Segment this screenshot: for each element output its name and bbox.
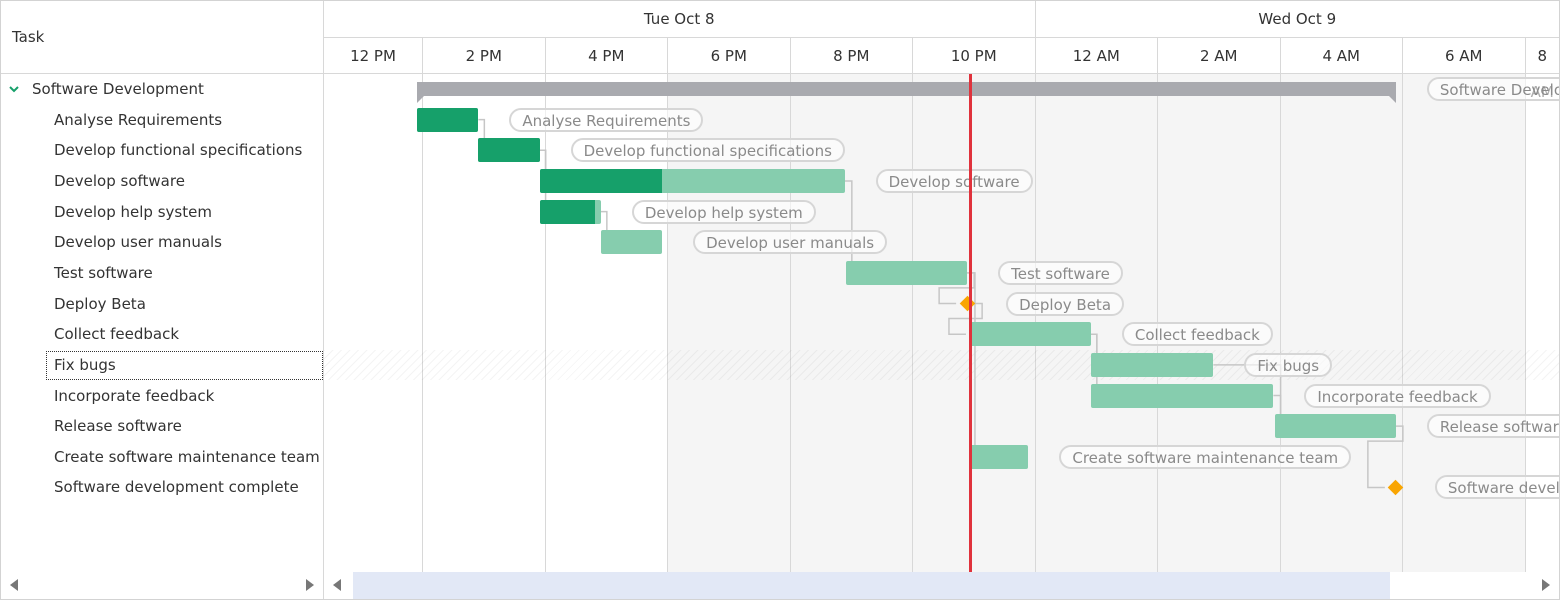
hour-header: 12 AM <box>1034 38 1158 74</box>
task-bar[interactable] <box>845 260 968 285</box>
gridline <box>544 74 546 572</box>
timeline-chart: Tue Oct 8 Wed Oct 9 12 PM 2 PM 4 PM 6 PM 8 PM… <box>324 1 1559 599</box>
task-name: Software development complete <box>54 478 299 497</box>
timescale-hours: 12 PM 2 PM 4 PM 6 PM 8 PM 10 PM 12 AM 2 AM 4 AM 6… <box>324 38 1560 101</box>
tree-row[interactable]: Test software <box>1 258 323 289</box>
hour-header: 4 PM <box>544 38 668 74</box>
tree-row[interactable]: Deploy Beta <box>1 289 323 320</box>
task-name: Create software maintenance team <box>54 447 320 466</box>
task-bar[interactable] <box>539 199 601 224</box>
gantt-chart: Task Software Development Analyse Require… <box>0 0 1560 600</box>
tree-row[interactable]: Collect feedback <box>1 319 323 350</box>
hour-header: 12 PM <box>350 47 396 65</box>
task-name: Software Development <box>32 80 204 98</box>
focused-row-highlight <box>324 349 1559 381</box>
scroll-right-icon <box>1542 579 1550 591</box>
task-bar[interactable] <box>478 138 540 163</box>
task-label: Software development complete <box>1434 475 1559 500</box>
task-bar[interactable] <box>417 107 479 132</box>
chart-scroll-left-button[interactable] <box>333 579 343 591</box>
gridline <box>912 74 913 572</box>
task-bar[interactable] <box>600 230 663 255</box>
task-progress <box>417 107 479 132</box>
tree-row[interactable]: Develop functional specifications <box>1 135 323 166</box>
hour-header: 4 AM <box>1279 38 1403 74</box>
chevron-down-icon[interactable] <box>7 82 21 96</box>
tree-row[interactable]: Analyse Requirements <box>1 105 323 136</box>
task-name: Develop user manuals <box>54 233 222 252</box>
chart-scroll-right-button[interactable] <box>1542 579 1552 591</box>
hour-header: 8 PM <box>789 38 913 74</box>
gridline <box>1279 74 1281 572</box>
tree-row[interactable]: Develop user manuals <box>1 227 323 258</box>
hour-header: 10 PM <box>912 38 1035 74</box>
hour-header: 2 PM <box>422 38 545 74</box>
tree-row[interactable]: Software development complete <box>1 472 323 503</box>
tree-row[interactable]: Software Development <box>1 74 323 105</box>
task-name: Analyse Requirements <box>54 110 223 129</box>
tree-row[interactable]: Create software maintenance team <box>1 442 323 473</box>
task-progress <box>478 138 540 163</box>
hour-header: 6 PM <box>667 38 790 74</box>
hour-header: 2 AM <box>1157 38 1280 74</box>
tree-scroll-left-button[interactable] <box>10 579 20 591</box>
task-name: Release software <box>54 417 182 436</box>
scroll-left-icon <box>10 579 18 591</box>
task-label: Develop help system <box>631 199 816 224</box>
task-bar[interactable] <box>1090 352 1214 377</box>
tree-row[interactable]: Develop software <box>1 166 323 197</box>
task-name: Test software <box>54 263 153 282</box>
task-bar[interactable] <box>1090 383 1274 408</box>
task-name: Develop software <box>54 171 185 190</box>
day-header: Tue Oct 8 <box>643 10 715 28</box>
task-label: Develop functional specifications <box>570 138 845 163</box>
task-label: Collect feedback <box>1121 322 1273 347</box>
task-column-header[interactable]: Task <box>12 28 44 46</box>
scroll-left-icon <box>333 579 341 591</box>
task-name: Fix bugs <box>54 355 116 374</box>
task-progress <box>539 168 662 193</box>
chart-horizontal-scrollbar[interactable] <box>324 572 1559 599</box>
tree-row[interactable]: Release software <box>1 411 323 442</box>
tree-row[interactable]: Develop help system <box>1 197 323 228</box>
gridline <box>422 74 423 572</box>
summary-bar[interactable] <box>417 82 1396 103</box>
task-bar[interactable] <box>968 444 1029 469</box>
task-bar[interactable] <box>539 168 845 193</box>
tree-row[interactable]: Fix bugs <box>1 350 323 381</box>
task-label: Test software <box>998 260 1123 285</box>
gridline <box>1402 74 1403 572</box>
task-label: Fix bugs <box>1244 352 1333 377</box>
tree-scroll-right-button[interactable] <box>306 579 316 591</box>
timeline-body: Software Development Analyse Requirements… <box>324 74 1559 572</box>
scrollbar-thumb[interactable] <box>352 572 1391 599</box>
task-name: Deploy Beta <box>54 294 146 313</box>
tree-row[interactable]: Incorporate feedback <box>1 381 323 412</box>
task-label: Develop user manuals <box>693 230 888 255</box>
task-label: Software Development <box>1426 77 1559 101</box>
hour-header: 6 AM <box>1402 38 1525 74</box>
task-name: Incorporate feedback <box>54 386 215 405</box>
task-label: Develop software <box>875 168 1033 193</box>
timescale-days: Tue Oct 8 Wed Oct 9 <box>324 1 1559 38</box>
current-time-marker <box>969 74 973 572</box>
tree-header[interactable]: Task <box>1 1 323 74</box>
day-header: Wed Oct 9 <box>1034 1 1560 38</box>
task-name: Develop functional specifications <box>54 141 303 160</box>
task-name: Develop help system <box>54 202 212 221</box>
task-progress <box>539 199 595 224</box>
task-tree: Task Software Development Analyse Require… <box>1 1 324 599</box>
task-label: Release software <box>1426 414 1559 439</box>
hour-header: 8 AM <box>1524 38 1560 101</box>
task-bar[interactable] <box>1274 414 1396 439</box>
task-label: Analyse Requirements <box>509 107 704 132</box>
task-label: Deploy Beta <box>1006 291 1125 316</box>
task-label: Create software maintenance team <box>1059 444 1352 469</box>
task-name: Collect feedback <box>54 325 180 344</box>
task-label: Incorporate feedback <box>1304 383 1491 408</box>
scroll-right-icon <box>306 579 314 591</box>
task-bar[interactable] <box>968 322 1091 347</box>
